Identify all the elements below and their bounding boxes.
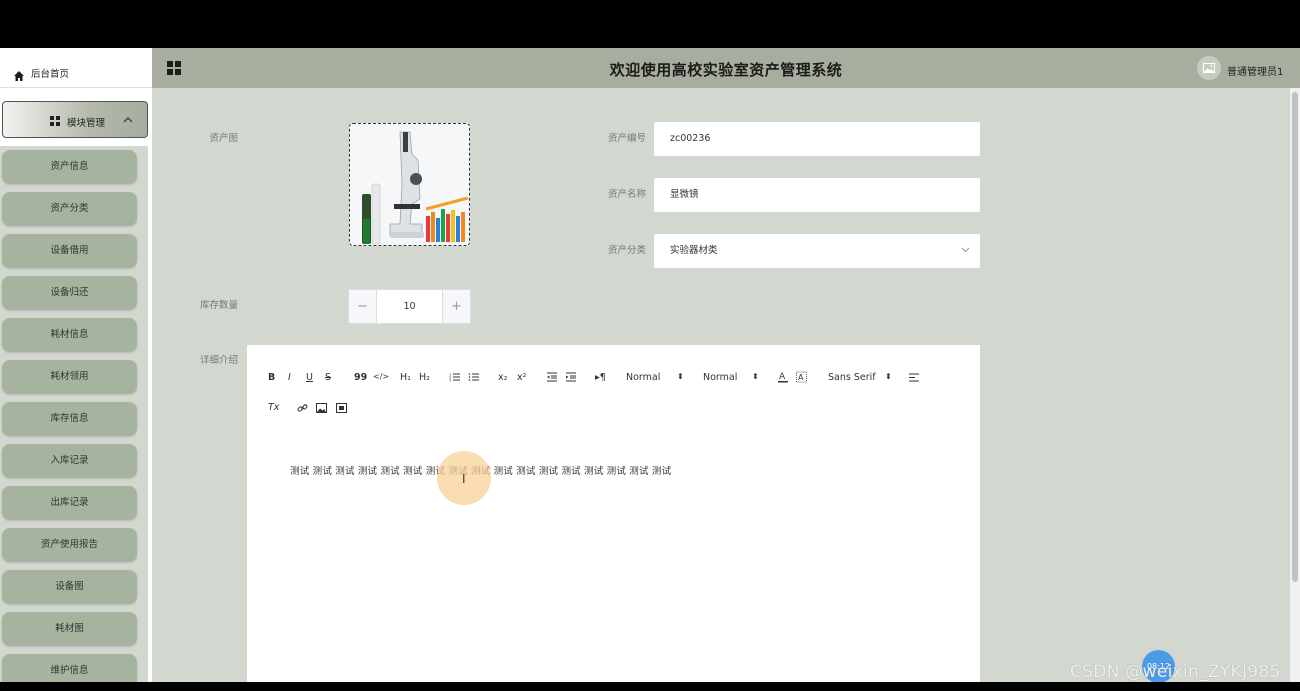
blockquote-button[interactable]: 99 (354, 372, 367, 383)
header-select[interactable]: Normal ⬍ (703, 372, 759, 383)
sidebar: 模块管理 资产信息 资产分类 设备借用 设备归还 耗材信息 耗材领用 库存信息 … (0, 88, 152, 682)
svg-text:A: A (798, 373, 804, 382)
module-label: 模块管理 (67, 118, 106, 129)
chevron-up-icon (123, 115, 133, 126)
stock-quantity-value[interactable]: 10 (377, 290, 442, 323)
page-scrollbar[interactable] (1290, 88, 1300, 682)
font-color-icon[interactable]: A (778, 371, 788, 386)
asset-image-upload[interactable] (349, 123, 470, 246)
stock-quantity-label: 库存数量 (199, 300, 238, 311)
updown-icon: ⬍ (677, 372, 684, 381)
outdent-icon[interactable] (546, 372, 558, 385)
background-color-icon[interactable]: A (796, 371, 807, 386)
font-select-value: Sans Serif (828, 372, 876, 383)
home-icon (14, 66, 24, 85)
sidebar-item-device-borrow[interactable]: 设备借用 (2, 234, 137, 268)
stock-quantity-stepper[interactable]: − 10 + (348, 289, 471, 324)
video-icon[interactable] (336, 403, 347, 416)
sidebar-item-stock-info[interactable]: 库存信息 (2, 402, 137, 436)
sidebar-item-device-chart[interactable]: 设备图 (2, 570, 137, 604)
asset-category-value: 实验器材类 (670, 245, 718, 256)
home-tab-label: 后台首页 (31, 69, 70, 80)
indent-icon[interactable] (565, 372, 577, 385)
updown-icon: ⬍ (752, 372, 759, 381)
link-icon[interactable] (297, 403, 308, 416)
asset-image-label: 资产图 (209, 133, 238, 144)
detail-label: 详细介绍 (199, 355, 238, 366)
text-cursor-icon: I (462, 472, 466, 486)
size-select[interactable]: Normal ⬍ (626, 372, 684, 383)
screen-bottom-bar (0, 682, 1300, 691)
image-icon (1203, 63, 1215, 73)
rich-text-editor[interactable]: B I U S 99 </> H₁ H₂ 123 x₂ x² ▸¶ Normal… (247, 345, 980, 682)
sidebar-item-usage-report[interactable]: 资产使用报告 (2, 528, 137, 562)
header-select-value: Normal (703, 372, 738, 383)
header-2-button[interactable]: H₂ (419, 372, 430, 383)
home-tab[interactable]: 后台首页 (0, 48, 152, 88)
module-grid-icon (50, 116, 60, 126)
sidebar-item-consumable-use[interactable]: 耗材领用 (2, 360, 137, 394)
asset-name-field[interactable]: 显微镜 (654, 178, 980, 212)
watermark-text: CSDN @weixin_ZYKJ985 (1070, 662, 1281, 682)
subscript-button[interactable]: x₂ (498, 372, 507, 383)
svg-text:A: A (779, 372, 786, 382)
asset-name-label: 资产名称 (607, 189, 646, 200)
top-header: 欢迎使用高校实验室资产管理系统 普通管理员1 (152, 48, 1300, 88)
sidebar-item-asset-info[interactable]: 资产信息 (2, 150, 137, 184)
asset-code-field[interactable]: zc00236 (654, 122, 980, 156)
align-icon[interactable] (909, 373, 920, 385)
sidebar-item-maintenance-info[interactable]: 维护信息 (2, 654, 137, 682)
bullet-list-icon[interactable] (468, 372, 480, 385)
size-select-value: Normal (626, 372, 661, 383)
sidebar-item-consumable-info[interactable]: 耗材信息 (2, 318, 137, 352)
clean-format-button[interactable]: Tx (268, 402, 279, 413)
font-select[interactable]: Sans Serif ⬍ (828, 372, 892, 383)
svg-text:3: 3 (449, 379, 451, 383)
strike-button[interactable]: S (325, 372, 331, 383)
updown-icon: ⬍ (885, 372, 892, 381)
sidebar-item-asset-category[interactable]: 资产分类 (2, 192, 137, 226)
bold-button[interactable]: B (268, 372, 275, 383)
sidebar-item-device-return[interactable]: 设备归还 (2, 276, 137, 310)
system-title: 欢迎使用高校实验室资产管理系统 (609, 61, 843, 79)
image-icon[interactable] (316, 403, 327, 416)
sidebar-item-inbound-records[interactable]: 入库记录 (2, 444, 137, 478)
module-management-toggle[interactable]: 模块管理 (2, 101, 148, 138)
italic-button[interactable]: I (288, 372, 291, 383)
text-direction-button[interactable]: ▸¶ (595, 372, 606, 383)
increase-button[interactable]: + (442, 290, 470, 323)
ordered-list-icon[interactable]: 123 (449, 372, 461, 385)
superscript-button[interactable]: x² (517, 372, 526, 383)
asset-category-label: 资产分类 (607, 245, 646, 256)
underline-button[interactable]: U (306, 372, 313, 383)
asset-category-select[interactable]: 实验器材类 (654, 234, 980, 268)
code-block-button[interactable]: </> (373, 372, 389, 381)
sidebar-item-consumable-chart[interactable]: 耗材图 (2, 612, 137, 646)
user-avatar[interactable] (1197, 56, 1221, 80)
user-name[interactable]: 普通管理员1 (1227, 63, 1283, 78)
microscope-image (350, 124, 469, 245)
header-1-button[interactable]: H₁ (400, 372, 411, 383)
screen-top-bar (0, 0, 1300, 48)
asset-code-label: 资产编号 (607, 133, 646, 144)
chevron-down-icon (961, 234, 970, 268)
scrollbar-thumb[interactable] (1292, 92, 1298, 582)
sidebar-item-outbound-records[interactable]: 出库记录 (2, 486, 137, 520)
decrease-button[interactable]: − (349, 290, 377, 323)
